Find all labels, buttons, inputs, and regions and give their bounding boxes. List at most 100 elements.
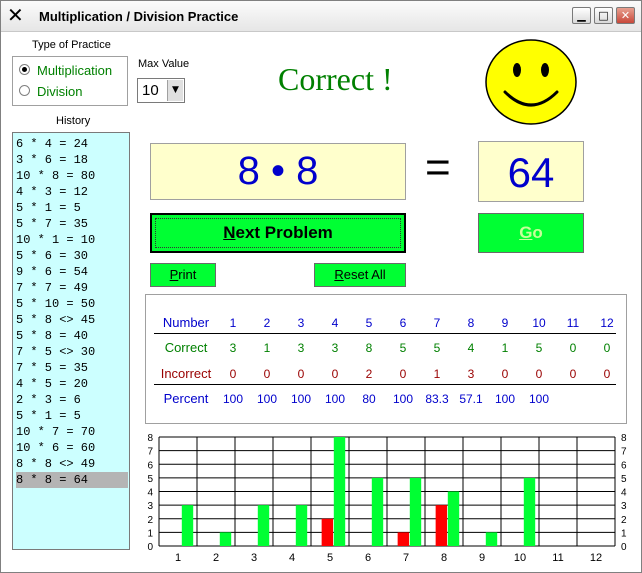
max-value-select[interactable]: 10 ▼ [137, 78, 185, 103]
answer-input[interactable]: 64 [478, 141, 584, 202]
close-button[interactable]: ✕ [616, 7, 635, 24]
history-item[interactable]: 10 * 8 = 80 [16, 168, 128, 184]
history-item[interactable]: 5 * 8 <> 45 [16, 312, 128, 328]
radio-selected-icon[interactable] [19, 64, 30, 75]
stats-cell-incorrect: 1 [433, 367, 441, 381]
y-tick-label-right: 1 [621, 528, 627, 539]
answer-value[interactable]: 64 [479, 149, 583, 197]
history-item[interactable]: 7 * 5 = 35 [16, 360, 128, 376]
maximize-button[interactable]: □ [594, 7, 613, 24]
history-item[interactable]: 5 * 1 = 5 [16, 408, 128, 424]
stats-cell-percent: 100 [528, 392, 550, 406]
stats-cell-correct: 1 [501, 341, 509, 355]
history-item[interactable]: 9 * 6 = 54 [16, 264, 128, 280]
bar-correct [333, 437, 346, 546]
stats-cell-number: 9 [501, 316, 509, 330]
history-item[interactable]: 7 * 7 = 49 [16, 280, 128, 296]
history-item[interactable]: 8 * 8 <> 49 [16, 456, 128, 472]
dropdown-arrow-icon[interactable]: ▼ [167, 80, 183, 101]
stats-cell-correct: 3 [331, 341, 339, 355]
history-item[interactable]: 10 * 7 = 70 [16, 424, 128, 440]
y-tick-label-left: 1 [147, 528, 153, 539]
stats-row-label-number: Number [162, 315, 210, 330]
problem-display: 8 • 8 [150, 143, 406, 200]
minimize-icon: ▁ [577, 9, 586, 22]
stats-row-label-percent: Percent [163, 391, 209, 406]
minimize-button[interactable]: ▁ [572, 7, 591, 24]
history-item[interactable]: 3 * 6 = 18 [16, 152, 128, 168]
history-item[interactable]: 5 * 7 = 35 [16, 216, 128, 232]
max-value-current: 10 [142, 82, 159, 99]
bar-incorrect [435, 505, 448, 546]
stats-cell-number: 10 [532, 316, 546, 330]
x-tick-label: 8 [441, 552, 447, 564]
reset-all-label: Reset All [334, 267, 386, 282]
x-tick-label: 2 [213, 552, 219, 564]
go-button[interactable]: Go [478, 213, 584, 253]
reset-all-button[interactable]: Reset All [314, 263, 406, 287]
x-tick-label: 7 [403, 552, 409, 564]
history-item[interactable]: 2 * 3 = 6 [16, 392, 128, 408]
history-item[interactable]: 7 * 5 <> 30 [16, 344, 128, 360]
stats-cell-correct: 0 [569, 341, 577, 355]
stats-cell-incorrect: 0 [603, 367, 611, 381]
stats-cell-number: 1 [229, 316, 237, 330]
stats-cell-correct: 4 [467, 341, 475, 355]
smiley-face-icon [485, 39, 577, 125]
next-problem-button[interactable]: Next Problem [150, 213, 406, 253]
history-item[interactable]: 4 * 3 = 12 [16, 184, 128, 200]
stats-cell-percent: 100 [290, 392, 312, 406]
x-tick-label: 12 [590, 552, 602, 564]
print-button[interactable]: Print [150, 263, 216, 287]
radio-label: Multiplication [37, 63, 113, 78]
bar-correct [447, 491, 460, 546]
bar-incorrect [397, 532, 410, 546]
stats-table: Number 1 2 3 4 5 6 7 8 9 10 11 12 Correct 3 1 3 3 8 5 5 4 1 5 0 0… [145, 294, 627, 424]
y-tick-label-right: 6 [621, 460, 627, 471]
y-tick-label-right: 5 [621, 474, 627, 485]
equals-sign: = [425, 143, 451, 192]
title-bar[interactable]: ✕ Multiplication / Division Practice ▁ □… [1, 1, 641, 32]
history-item[interactable]: 6 * 4 = 24 [16, 136, 128, 152]
bar-correct [181, 505, 194, 546]
next-problem-label: Next Problem [223, 223, 333, 242]
stats-cell-percent: 100 [324, 392, 346, 406]
go-label: Go [519, 223, 543, 242]
stats-cell-percent: 83.3 [425, 392, 449, 406]
bar-correct [523, 477, 536, 546]
history-item[interactable]: 8 * 8 = 64 [16, 472, 128, 488]
y-tick-label-left: 7 [147, 447, 153, 458]
x-tick-label: 5 [327, 552, 333, 564]
radio-division[interactable]: Division [19, 84, 83, 99]
history-item[interactable]: 5 * 10 = 50 [16, 296, 128, 312]
stats-row-label-incorrect: Incorrect [160, 366, 212, 381]
stats-cell-number: 12 [600, 316, 614, 330]
history-item[interactable]: 4 * 5 = 20 [16, 376, 128, 392]
history-item[interactable]: 10 * 1 = 10 [16, 232, 128, 248]
max-value-label: Max Value [138, 58, 190, 70]
bar-correct [219, 532, 232, 546]
stats-cell-number: 11 [566, 316, 580, 330]
stats-cell-incorrect: 3 [467, 367, 475, 381]
y-tick-label-left: 2 [147, 515, 153, 526]
y-tick-label-right: 8 [621, 433, 627, 444]
app-x-icon[interactable]: ✕ [7, 5, 27, 25]
stats-cell-incorrect: 2 [365, 367, 373, 381]
history-item[interactable]: 10 * 6 = 60 [16, 440, 128, 456]
stats-cell-percent: 100 [222, 392, 244, 406]
radio-multiplication[interactable]: Multiplication [19, 63, 112, 78]
history-list[interactable]: 6 * 4 = 24 3 * 6 = 18 10 * 8 = 80 4 * 3 = 1… [12, 132, 130, 550]
radio-unselected-icon[interactable] [19, 85, 30, 96]
history-item[interactable]: 5 * 8 = 40 [16, 328, 128, 344]
y-tick-label-right: 7 [621, 447, 627, 458]
x-tick-label: 4 [289, 552, 295, 564]
stats-cell-percent: 100 [256, 392, 278, 406]
bar-correct [257, 505, 270, 546]
stats-cell-percent: 100 [392, 392, 414, 406]
history-item[interactable]: 5 * 1 = 5 [16, 200, 128, 216]
stats-cell-percent: 57.1 [459, 392, 483, 406]
maximize-icon: □ [598, 9, 609, 22]
history-item[interactable]: 5 * 6 = 30 [16, 248, 128, 264]
stats-cell-percent: 80 [362, 392, 376, 406]
stats-cell-correct: 5 [399, 341, 407, 355]
